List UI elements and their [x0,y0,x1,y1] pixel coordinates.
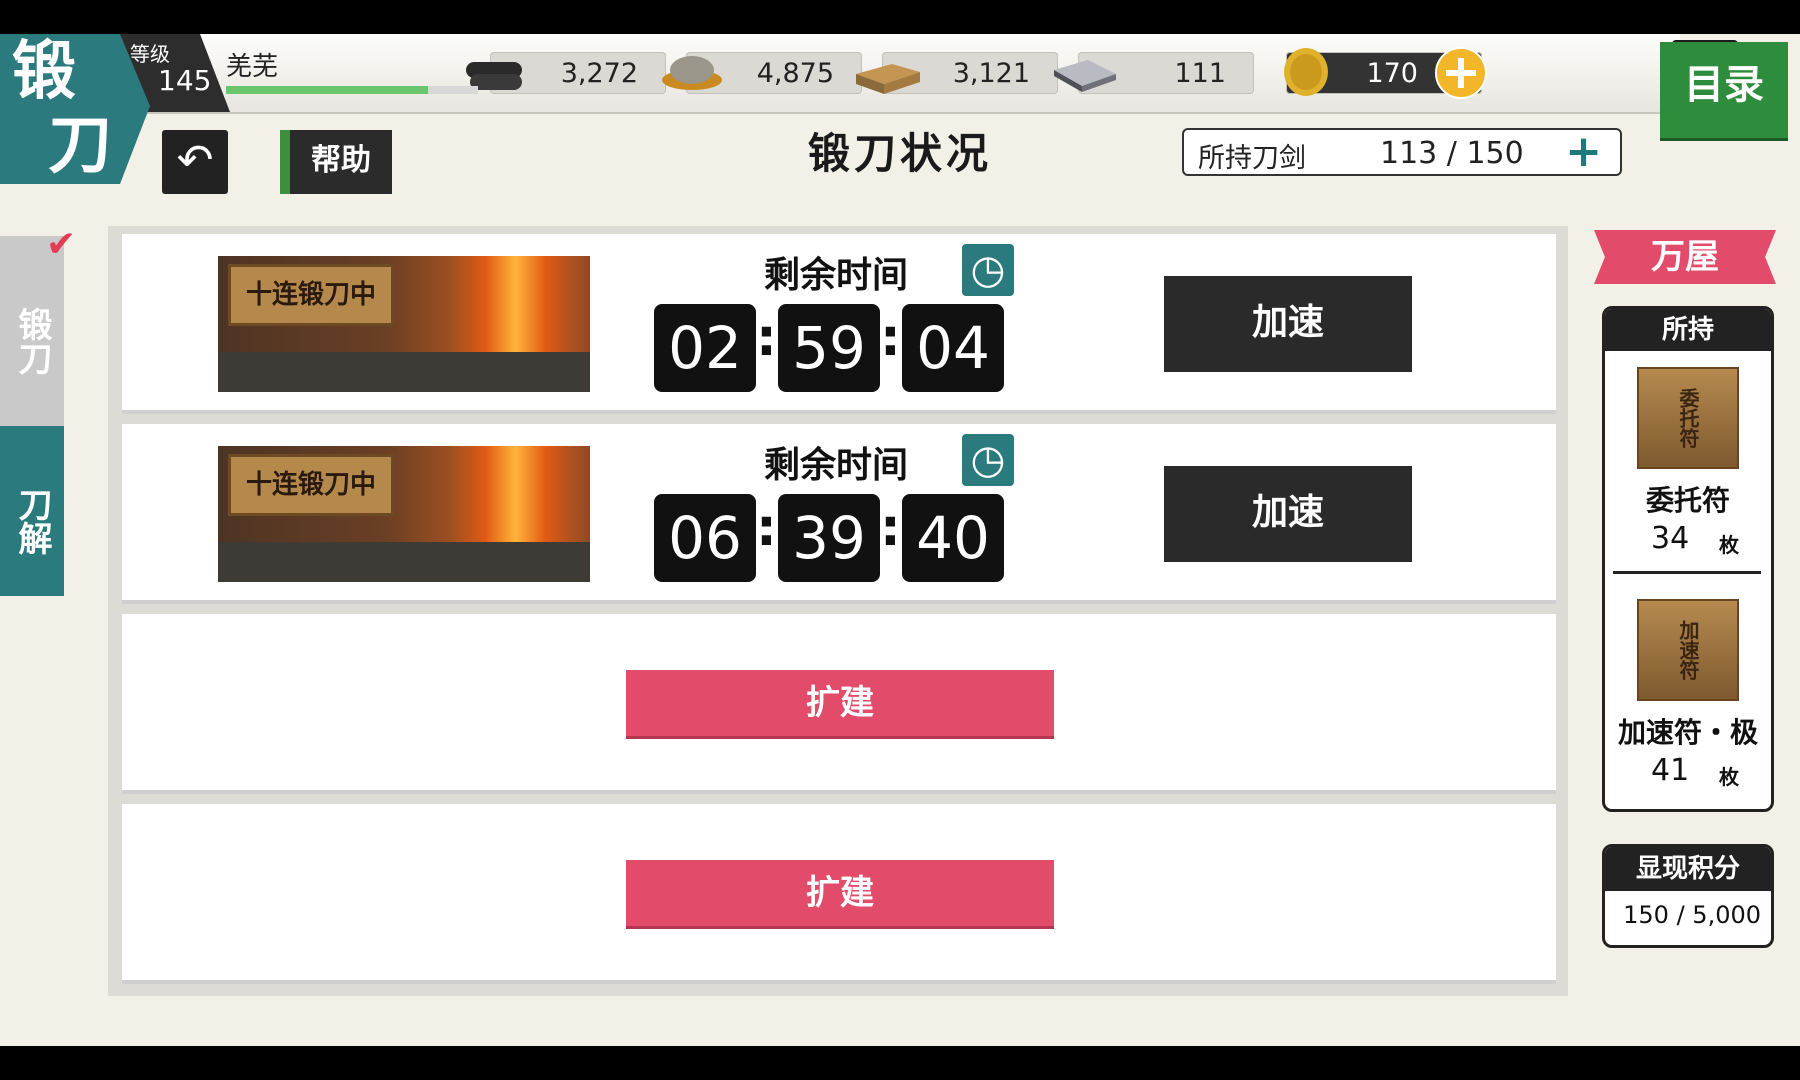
forge-status-sign: 十连锻刀中 [228,264,394,326]
steel-value: 4,875 [756,58,834,89]
timer-minutes: 59 [778,304,880,392]
timer-hours: 02 [654,304,756,392]
sword-count-box: 所持刀剑 113 / 150 + [1182,126,1622,177]
points-title: 显现积分 [1605,847,1771,891]
item-count: 41 [1651,753,1690,788]
charcoal-value: 3,272 [560,58,638,89]
item-unit: 枚 [1719,533,1739,557]
forge-slot-2: 十连锻刀中 剩余时间 ◷ 06 : 39 : 40 加速 [122,424,1556,604]
timer-colon: : [756,498,777,558]
resource-charcoal: 3,272 [466,52,666,94]
screen-title-line2: 刀 [48,108,112,183]
remaining-time-label: 剩余时间 [763,254,908,296]
sword-count-value: 113 / 150 [1380,136,1524,171]
forge-status-sign: 十连锻刀中 [228,454,394,516]
player-name: 羌芜 [226,52,279,82]
item-count: 34 [1651,521,1690,556]
clock-icon: ◷ [962,434,1014,486]
koban-value: 170 [1366,58,1418,89]
sword-count-label: 所持刀剑 [1198,143,1306,174]
forge-slot-list: 十连锻刀中 剩余时间 ◷ 02 : 59 : 04 加速 十连锻刀中 剩余时间 … [108,226,1568,996]
shop-button[interactable]: 万屋 [1594,230,1776,284]
timer-seconds: 40 [902,494,1004,582]
timer-seconds: 04 [902,304,1004,392]
resource-bar: 3,272 4,875 3,121 111 170 [120,34,1738,114]
resource-steel: 4,875 [662,52,862,94]
level-value: 145 [158,64,212,97]
screen-title-line1: 锻 [12,34,76,109]
timer-minutes: 39 [778,494,880,582]
help-button[interactable]: 帮助 [280,130,392,194]
speed-up-button[interactable]: 加速 [1164,276,1412,372]
back-arrow-icon: ↶ [176,135,214,186]
koban-coin-icon [1284,48,1328,96]
whetstone-icon [1054,60,1116,92]
page-title: 锻刀状况 [807,129,992,178]
expand-button[interactable]: 扩建 [626,670,1054,736]
resource-whetstone: 111 [1054,52,1254,94]
resource-cooling: 3,121 [856,52,1058,94]
forge-slot-image: 十连锻刀中 [218,446,590,582]
steel-ore-icon [662,56,722,90]
add-sword-slot-icon[interactable]: + [1565,126,1602,177]
cooling-value: 3,121 [952,58,1030,89]
item-name: 加速符・极 [1617,716,1758,749]
owned-title: 所持 [1605,309,1771,351]
timer-colon: : [880,498,901,558]
timer-colon: : [756,308,777,368]
forge-slot-image: 十连锻刀中 [218,256,590,392]
menu-button[interactable]: 目录 [1660,42,1788,138]
back-button[interactable]: ↶ [162,130,228,194]
whetstone-value: 111 [1174,58,1226,89]
remaining-time-label: 剩余时间 [763,444,908,486]
exp-bar-fill [226,86,428,94]
game-screen: 3,272 4,875 3,121 111 170 锻 刀 等级 145 羌芜 … [0,34,1800,1046]
timer-hours: 06 [654,494,756,582]
level-label: 等级 [130,42,170,66]
active-check-icon: ✔ [46,224,77,265]
clock-icon: ◷ [962,244,1014,296]
add-koban-icon[interactable] [1434,46,1488,100]
resource-koban: 170 [1284,47,1487,99]
tab-dismantle[interactable]: 刀解 [0,426,64,596]
cooling-material-icon [856,64,920,94]
manifest-points-box: 显现积分 150 / 5,000 [1602,844,1774,948]
forge-slot-4: 扩建 [122,804,1556,984]
speed-talisman-icon: 加速符 [1637,599,1739,701]
screen-title-badge: 锻 刀 [0,34,150,184]
exp-bar [226,86,478,94]
timer-colon: : [880,308,901,368]
request-talisman-icon: 委托符 [1637,367,1739,469]
points-value: 150 / 5,000 [1623,901,1761,929]
item-name: 委托符 [1645,484,1730,517]
expand-button[interactable]: 扩建 [626,860,1054,926]
forge-slot-3: 扩建 [122,614,1556,794]
speed-up-button[interactable]: 加速 [1164,466,1412,562]
item-unit: 枚 [1719,765,1739,789]
forge-slot-1: 十连锻刀中 剩余时间 ◷ 02 : 59 : 04 加速 [122,234,1556,414]
owned-items-panel: 所持 委托符 委托符 34 枚 加速符 加速符・极 41 枚 [1602,306,1774,812]
